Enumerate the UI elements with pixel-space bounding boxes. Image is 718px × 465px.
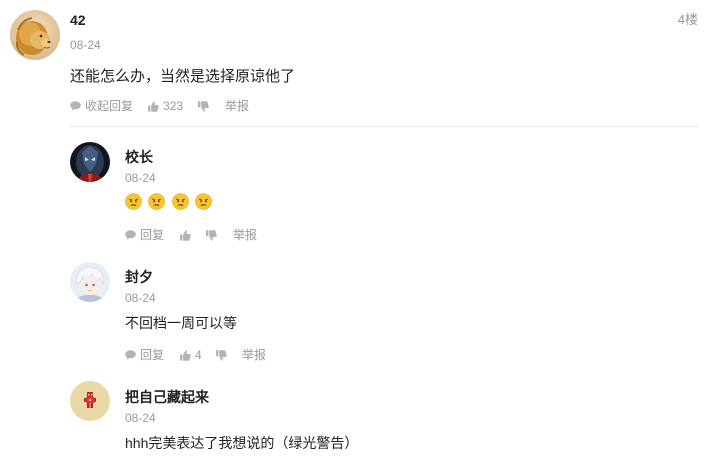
comment-bubble-icon [125,350,136,360]
thumbs-down-icon [216,350,227,361]
thumbs-up-icon [148,101,159,112]
comment-text: 不回档一周可以等 [125,315,237,331]
report-label: 举报 [242,348,267,362]
username[interactable]: 42 [70,11,86,29]
comment-bubble-icon [70,101,81,111]
comment-date: 08-24 [125,291,156,305]
report-button[interactable]: 举报 [233,227,263,243]
avatar[interactable] [70,262,110,302]
reply-item: 把自己藏起来 08-24 hhh完美表达了我想说的（绿光警告） [0,368,718,465]
angry-emoji-icon [195,193,213,210]
reply-label: 回复 [140,228,165,242]
avatar[interactable] [70,142,110,182]
comment-bubble-icon [125,230,136,240]
report-label: 举报 [225,99,250,113]
report-label: 举报 [233,228,258,242]
dislike-button[interactable] [216,347,230,363]
comment-actions: 回复 举报 [125,227,325,243]
pixel-character-avatar-icon [70,381,110,421]
thumbs-down-icon [198,101,209,112]
angry-emoji-icon [125,193,142,210]
angry-emoji-icon [172,193,189,210]
like-button[interactable]: 4 [180,347,204,363]
dislike-button[interactable] [206,227,220,243]
floor-number: 4楼 [677,12,698,27]
reply-item: 封夕 08-24 不回档一周可以等 回复 4 举报 [0,248,718,368]
angry-emoji-icon [148,193,166,210]
username[interactable]: 封夕 [125,268,153,286]
comment-item: 42 08-24 4楼 还能怎么办，当然是选择原谅他了 收起回复 323 举报 [0,0,718,128]
reply-item: 校长 08-24 回复 举报 [0,128,718,248]
reply-label: 回复 [140,348,165,362]
comment-date: 08-24 [70,38,101,52]
avatar[interactable] [70,381,110,421]
anime-character-avatar-icon [70,262,110,302]
armored-hero-avatar-icon [70,142,110,182]
comment-actions: 回复 4 举报 [125,347,325,363]
like-button[interactable]: 323 [148,98,198,114]
like-count: 323 [163,99,184,113]
lion-avatar-icon [10,10,60,60]
comment-date: 08-24 [125,411,156,425]
thumbs-up-icon [180,230,191,241]
report-button[interactable]: 举报 [225,98,255,114]
comment-text: 还能怎么办，当然是选择原谅他了 [70,68,296,85]
divider [70,126,698,127]
reply-button[interactable]: 回复 [125,227,167,243]
username[interactable]: 校长 [125,148,153,166]
username[interactable]: 把自己藏起来 [125,388,209,406]
avatar[interactable] [10,10,60,60]
dislike-button[interactable] [198,98,212,114]
report-button[interactable]: 举报 [242,347,272,363]
collapse-replies-button[interactable]: 收起回复 [70,98,140,114]
comment-actions: 收起回复 323 举报 [70,98,310,114]
like-button[interactable] [180,227,194,243]
comment-date: 08-24 [125,171,156,185]
emoji-row [125,193,214,211]
thumbs-down-icon [206,230,217,241]
thumbs-up-icon [180,350,191,361]
reply-button[interactable]: 回复 [125,347,167,363]
like-count: 4 [195,348,202,362]
collapse-replies-label: 收起回复 [85,99,134,113]
comment-text: hhh完美表达了我想说的（绿光警告） [125,435,359,451]
